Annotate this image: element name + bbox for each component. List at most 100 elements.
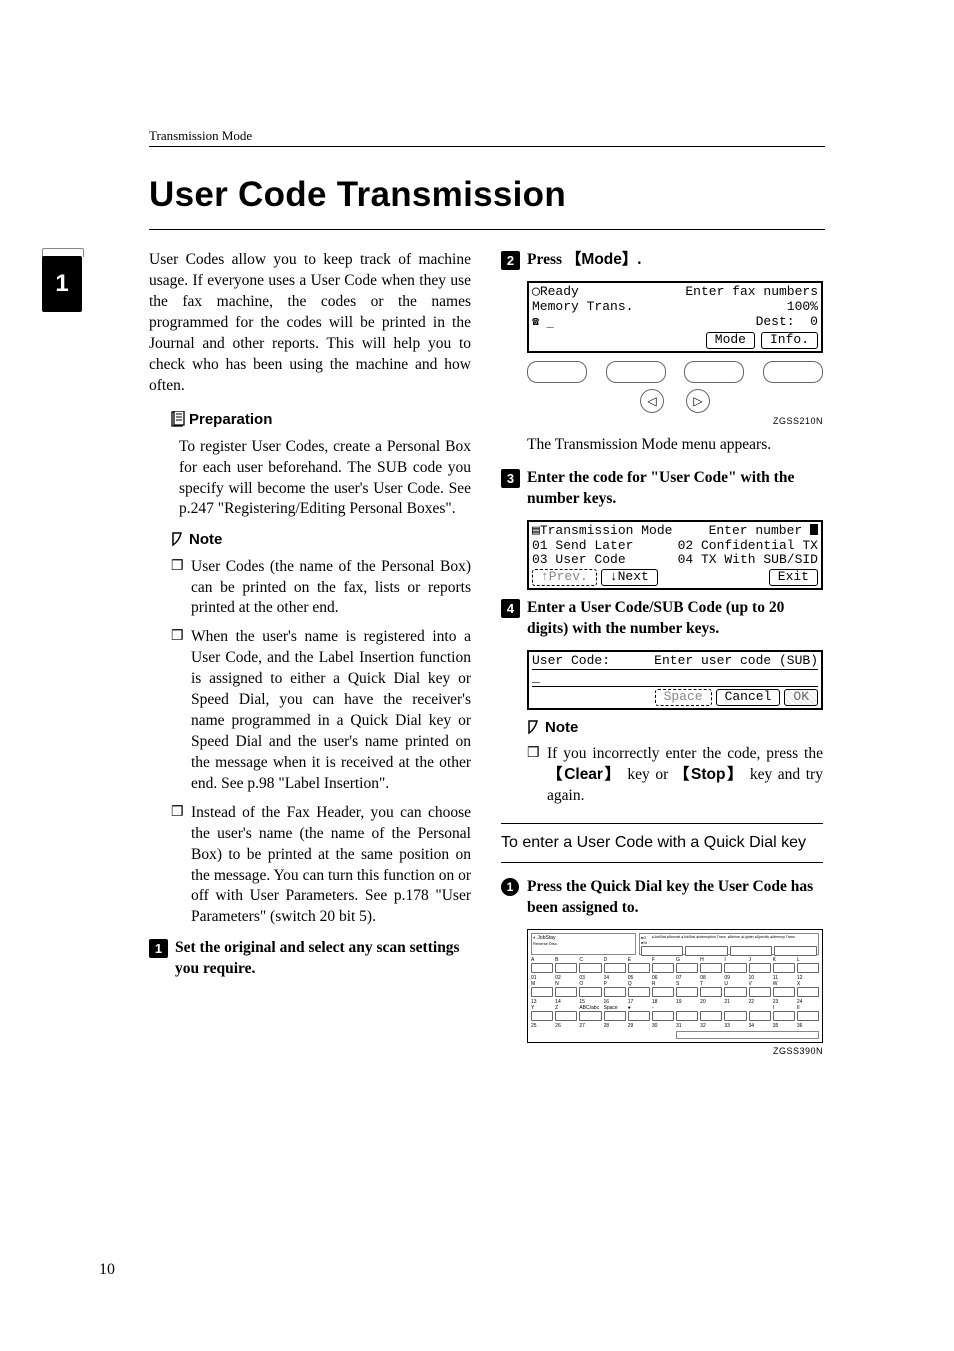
quick-dial-key[interactable] [555, 987, 577, 997]
softkey-row [527, 361, 823, 383]
lcd1-ready: ◯Ready [532, 285, 579, 300]
step-number-icon: 1 [149, 939, 168, 958]
lcd1-percent: 100% [787, 300, 818, 315]
step-2-result: The Transmission Mode menu appears. [501, 435, 823, 456]
kp-header-left: ◐ JobStay Reverse Disc. [531, 933, 636, 955]
ok-button[interactable]: OK [784, 689, 818, 706]
substep-1: 1 Press the Quick Dial key the User Code… [501, 877, 823, 919]
quick-dial-key[interactable] [676, 963, 698, 973]
quick-dial-key[interactable] [628, 987, 650, 997]
kp-label: E [628, 957, 650, 963]
quick-dial-key[interactable] [555, 1011, 577, 1021]
quick-dial-key[interactable] [773, 1011, 795, 1021]
quick-dial-key[interactable] [797, 1011, 819, 1021]
right-arrow-button[interactable]: ▷ [686, 389, 710, 413]
softkey[interactable] [763, 361, 823, 383]
kp-label: X [797, 981, 819, 987]
kp-hdr-key[interactable] [730, 946, 773, 956]
kp-label [676, 1005, 698, 1011]
quick-dial-key[interactable] [604, 963, 626, 973]
quick-dial-key[interactable] [700, 987, 722, 997]
quick-dial-key[interactable] [604, 987, 626, 997]
quick-dial-key[interactable] [531, 963, 553, 973]
quick-dial-key[interactable] [652, 987, 674, 997]
softkey[interactable] [684, 361, 744, 383]
quick-dial-key[interactable] [700, 963, 722, 973]
quick-dial-key[interactable] [555, 963, 577, 973]
kp-label: ABC/abc [579, 1005, 601, 1011]
quick-dial-key[interactable] [724, 1011, 746, 1021]
kp-label: R [652, 981, 674, 987]
kp-number: 25 [531, 1023, 553, 1029]
mode-button[interactable]: Mode [706, 332, 755, 349]
note2-list: If you incorrectly enter the code, press… [527, 744, 823, 807]
lcd2-title: ▤Transmission Mode [532, 524, 672, 539]
kp-label: II [797, 1005, 819, 1011]
lcd1-memory: Memory Trans. [532, 300, 633, 315]
space-button[interactable]: Space [655, 689, 712, 706]
lcd-figure-1: ◯Ready Enter fax numbers Memory Trans. 100… [527, 281, 823, 427]
quick-dial-key[interactable] [724, 963, 746, 973]
next-button[interactable]: ↓Next [601, 569, 658, 586]
kp-label: B [555, 957, 577, 963]
cancel-button[interactable]: Cancel [716, 689, 781, 706]
step-1-text: Set the original and select any scan set… [175, 939, 460, 977]
quick-dial-key[interactable] [700, 1011, 722, 1021]
quick-dial-key[interactable] [797, 963, 819, 973]
lcd-figure-2: ▤Transmission ModeEnter number 01 Send L… [527, 520, 823, 591]
kp-label: W [773, 981, 795, 987]
info-button[interactable]: Info. [761, 332, 818, 349]
quick-dial-key[interactable] [676, 1011, 698, 1021]
note2-pre: If you incorrectly enter the code, press… [547, 745, 823, 762]
quick-dial-key[interactable] [531, 987, 553, 997]
quick-dial-key[interactable] [749, 987, 771, 997]
kp-label: C [579, 957, 601, 963]
lcd2-prompt: Enter number [709, 524, 818, 539]
left-arrow-button[interactable]: ◁ [640, 389, 664, 413]
quick-dial-key[interactable] [797, 987, 819, 997]
kp-hdr-key[interactable] [641, 946, 684, 956]
quick-dial-key[interactable] [749, 963, 771, 973]
kp-number: 35 [773, 1023, 795, 1029]
quick-dial-key[interactable] [724, 987, 746, 997]
lcd1-prompt: Enter fax numbers [685, 285, 818, 300]
quick-dial-key[interactable] [676, 987, 698, 997]
quick-dial-key[interactable] [628, 1011, 650, 1021]
quick-dial-key[interactable] [773, 987, 795, 997]
kp-hdr-key[interactable] [685, 946, 728, 956]
note-item: User Codes (the name of the Personal Box… [171, 557, 471, 620]
step-number-icon: 3 [501, 469, 520, 488]
quick-dial-key[interactable] [652, 963, 674, 973]
kp-label: F [652, 957, 674, 963]
kp-label [724, 1005, 746, 1011]
kp-number: 28 [604, 1023, 626, 1029]
quick-dial-key[interactable] [579, 1011, 601, 1021]
softkey[interactable] [527, 361, 587, 383]
kp-label: T [700, 981, 722, 987]
quick-dial-key[interactable] [628, 963, 650, 973]
lcd3-input[interactable]: _ [532, 671, 540, 686]
quick-dial-key[interactable] [773, 963, 795, 973]
softkey[interactable] [606, 361, 666, 383]
step-4: 4 Enter a User Code/SUB Code (up to 20 d… [501, 598, 823, 640]
lcd-screen-1: ◯Ready Enter fax numbers Memory Trans. 100… [527, 281, 823, 353]
quick-dial-key[interactable] [749, 1011, 771, 1021]
lcd2-opt4: 04 TX With SUB/SID [678, 553, 818, 568]
kp-label: U [724, 981, 746, 987]
quick-dial-key[interactable] [579, 987, 601, 997]
exit-button[interactable]: Exit [769, 569, 818, 586]
kp-header-right: ●G●St●JobStat ●Normal ●JobStat ●Interrup… [639, 933, 819, 955]
prev-button[interactable]: ↑Prev. [532, 569, 597, 586]
running-head: Transmission Mode [149, 128, 825, 147]
quick-dial-key[interactable] [652, 1011, 674, 1021]
note-item: Instead of the Fax Header, you can choos… [171, 803, 471, 929]
step-3: 3 Enter the code for "User Code" with th… [501, 468, 823, 510]
step-4-text: Enter a User Code/SUB Code (up to 20 dig… [527, 599, 784, 637]
quick-dial-key[interactable] [531, 1011, 553, 1021]
quick-dial-key[interactable] [579, 963, 601, 973]
kp-number: 31 [676, 1023, 698, 1029]
note-list: User Codes (the name of the Personal Box… [171, 557, 471, 929]
quick-dial-key[interactable] [604, 1011, 626, 1021]
kp-number: 29 [628, 1023, 650, 1029]
kp-hdr-key[interactable] [774, 946, 817, 956]
